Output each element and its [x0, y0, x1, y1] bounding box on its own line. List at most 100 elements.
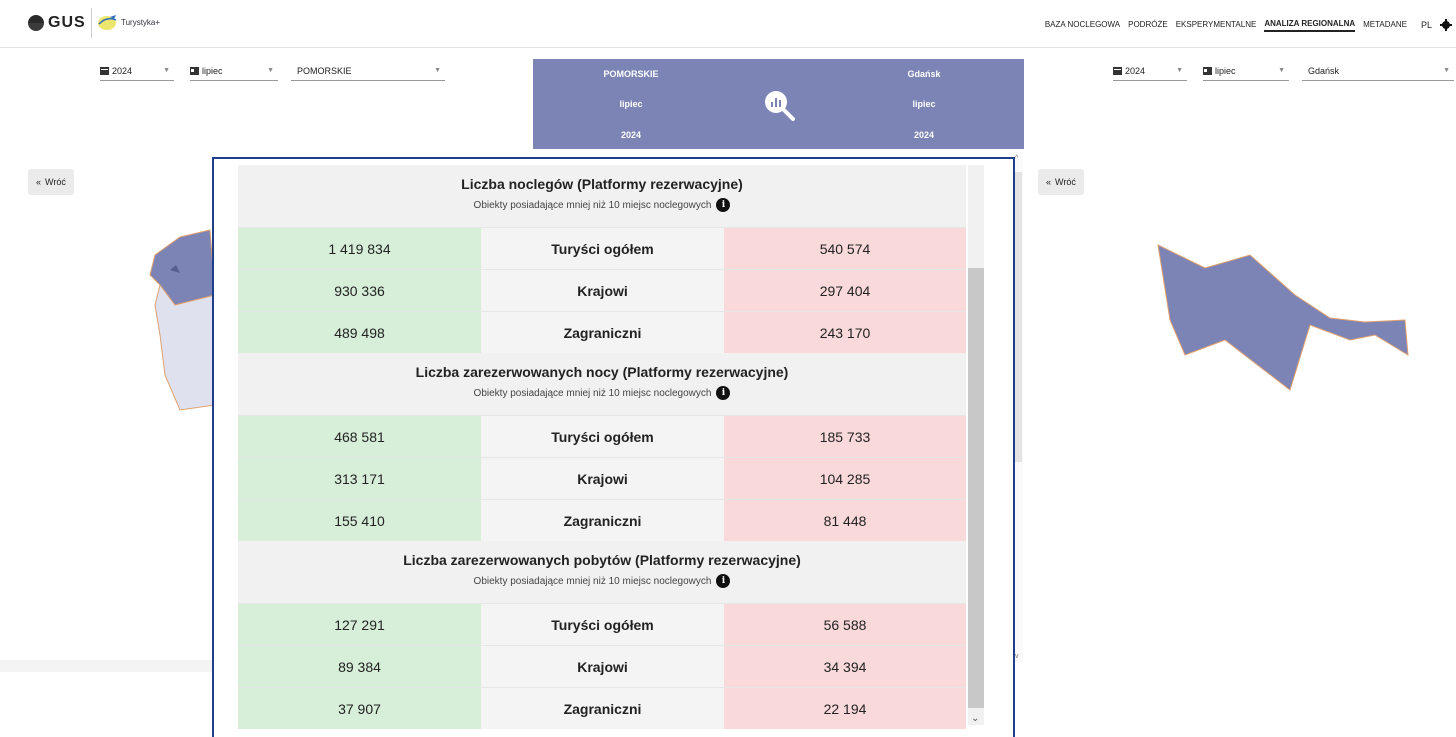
- left-value: 468 581: [238, 416, 481, 457]
- settings-gear-icon[interactable]: [1440, 18, 1452, 31]
- nav-metadane[interactable]: METADANE: [1363, 18, 1407, 31]
- section-header: Liczba zarezerwowanych nocy (Platformy r…: [238, 353, 966, 415]
- right-value: 104 285: [724, 458, 966, 499]
- row-label: Turyści ogółem: [481, 228, 724, 269]
- info-icon[interactable]: i: [716, 386, 731, 400]
- top-bar: GUS Turystyka+ BAZA NOCLEGOWA PODRÓŻE EK…: [0, 0, 1456, 48]
- summary-right-month: lipiec: [912, 99, 936, 109]
- summary-left-region: POMORSKIE: [603, 69, 659, 79]
- summary-left-year: 2024: [620, 130, 642, 140]
- section-header: Liczba zarezerwowanych pobytów (Platform…: [238, 541, 966, 603]
- section-subtitle: Obiekty posiadające mniej niż 10 miejsc …: [474, 574, 731, 588]
- left-value: 89 384: [238, 646, 481, 687]
- gus-logo[interactable]: GUS: [28, 14, 86, 32]
- left-region-select[interactable]: POMORSKIE ▼: [291, 61, 445, 81]
- calendar-icon: [1113, 67, 1122, 75]
- language-switch[interactable]: PL: [1421, 20, 1432, 30]
- right-value: 56 588: [724, 604, 966, 645]
- left-value: 37 907: [238, 688, 481, 729]
- calendar-icon: [100, 67, 109, 75]
- right-month-value: lipiec: [1215, 65, 1236, 76]
- row-label: Zagraniczni: [481, 500, 724, 541]
- info-icon[interactable]: i: [716, 574, 731, 588]
- section-title: Liczba noclegów (Platformy rezerwacyjne): [461, 176, 743, 192]
- right-value: 34 394: [724, 646, 966, 687]
- summary-left-month: lipiec: [619, 99, 643, 109]
- right-region-select[interactable]: Gdańsk ▼: [1302, 61, 1454, 81]
- chevron-down-icon: ▼: [267, 67, 274, 74]
- section-header: Liczba noclegów (Platformy rezerwacyjne)…: [238, 165, 966, 227]
- left-value: 313 171: [238, 458, 481, 499]
- left-year-select[interactable]: 2024 ▼: [100, 61, 174, 81]
- analytics-search-icon[interactable]: [763, 89, 795, 121]
- back-button-right[interactable]: « Wróć: [1038, 169, 1084, 195]
- chevron-down-icon: ▼: [1176, 67, 1183, 74]
- right-region-value: Gdańsk: [1308, 65, 1340, 76]
- globe-plane-icon: [98, 15, 117, 30]
- right-year-value: 2024: [1125, 65, 1146, 76]
- section-title: Liczba zarezerwowanych nocy (Platformy r…: [415, 364, 789, 380]
- section-subtitle-text: Obiekty posiadające mniej niż 10 miejsc …: [473, 199, 712, 211]
- calendar-icon: [1203, 67, 1212, 75]
- region-map-gdansk[interactable]: [1150, 240, 1412, 400]
- nav-podroze[interactable]: PODRÓŻE: [1128, 18, 1168, 31]
- scrollbar-thumb[interactable]: [968, 268, 984, 708]
- turystyka-logo[interactable]: Turystyka+: [96, 12, 160, 32]
- left-value: 155 410: [238, 500, 481, 541]
- statistics-modal: Liczba noclegów (Platformy rezerwacyjne)…: [212, 157, 1015, 737]
- right-value: 185 733: [724, 416, 966, 457]
- gus-logo-text: GUS: [48, 14, 86, 31]
- left-value: 930 336: [238, 270, 481, 311]
- chevron-down-icon[interactable]: ⌄: [971, 713, 979, 724]
- chevron-down-icon: ▼: [163, 67, 170, 74]
- table-row: 155 410 Zagraniczni 81 448: [238, 499, 966, 541]
- back-button-left[interactable]: « Wróć: [28, 169, 74, 195]
- app-name: Turystyka+: [121, 17, 161, 27]
- right-value: 81 448: [724, 500, 966, 541]
- logo-divider: [91, 8, 92, 38]
- right-value: 540 574: [724, 228, 966, 269]
- info-icon[interactable]: i: [716, 198, 731, 212]
- region-map-pomorskie[interactable]: [140, 225, 220, 425]
- row-label: Turyści ogółem: [481, 416, 724, 457]
- table-row: 89 384 Krajowi 34 394: [238, 645, 966, 687]
- chevron-down-icon: ▼: [1278, 67, 1285, 74]
- left-month-value: lipiec: [202, 65, 223, 76]
- right-year-select[interactable]: 2024 ▼: [1113, 61, 1187, 81]
- map-region: [154, 283, 216, 411]
- svg-text:v: v: [1015, 653, 1019, 660]
- section-subtitle: Obiekty posiadające mniej niż 10 miejsc …: [474, 198, 731, 212]
- table-row: 489 498 Zagraniczni 243 170: [238, 311, 966, 353]
- row-label: Krajowi: [481, 270, 724, 311]
- left-year-value: 2024: [112, 65, 133, 76]
- table-row: 313 171 Krajowi 104 285: [238, 457, 966, 499]
- chevron-down-icon: ▼: [434, 67, 441, 74]
- right-month-select[interactable]: lipiec ▼: [1203, 61, 1289, 81]
- left-value: 1 419 834: [238, 228, 481, 269]
- chevron-down-icon: ▼: [1443, 67, 1450, 74]
- table-row: 468 581 Turyści ogółem 185 733: [238, 415, 966, 457]
- table-row: 127 291 Turyści ogółem 56 588: [238, 603, 966, 645]
- row-label: Zagraniczni: [481, 312, 724, 353]
- nav-eksperymentalne[interactable]: EKSPERYMENTALNE: [1176, 18, 1257, 31]
- section-subtitle-text: Obiekty posiadające mniej niż 10 miejsc …: [473, 575, 712, 587]
- main-nav: BAZA NOCLEGOWA PODRÓŻE EKSPERYMENTALNE A…: [1045, 17, 1452, 32]
- row-label: Zagraniczni: [481, 688, 724, 729]
- left-month-select[interactable]: lipiec ▼: [190, 61, 278, 81]
- double-chevron-left-icon: «: [1046, 177, 1052, 187]
- row-label: Turyści ogółem: [481, 604, 724, 645]
- table-row: 930 336 Krajowi 297 404: [238, 269, 966, 311]
- left-value: 127 291: [238, 604, 481, 645]
- nav-analiza-regionalna[interactable]: ANALIZA REGIONALNA: [1264, 17, 1356, 32]
- nav-baza-noclegowa[interactable]: BAZA NOCLEGOWA: [1045, 18, 1120, 31]
- left-value: 489 498: [238, 312, 481, 353]
- section-subtitle: Obiekty posiadające mniej niż 10 miejsc …: [474, 386, 731, 400]
- section-subtitle-text: Obiekty posiadające mniej niż 10 miejsc …: [473, 387, 712, 399]
- gus-logo-icon: [28, 15, 44, 31]
- back-button-label: Wróć: [1055, 177, 1076, 187]
- table-scrollbar[interactable]: ⌄: [968, 165, 984, 735]
- section-title: Liczba zarezerwowanych pobytów (Platform…: [403, 552, 801, 568]
- right-value: 297 404: [724, 270, 966, 311]
- table-row: 37 907 Zagraniczni 22 194: [238, 687, 966, 729]
- table-row: 1 419 834 Turyści ogółem 540 574: [238, 227, 966, 269]
